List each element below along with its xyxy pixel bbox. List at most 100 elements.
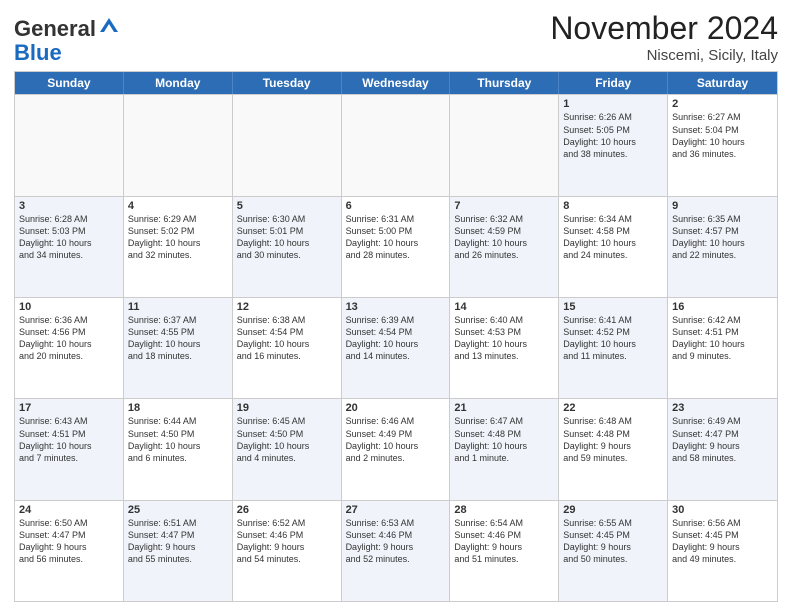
day-number: 18 [128,402,228,414]
day-number: 10 [19,301,119,313]
day-info: Sunrise: 6:44 AM Sunset: 4:50 PM Dayligh… [128,415,228,464]
day-info: Sunrise: 6:26 AM Sunset: 5:05 PM Dayligh… [563,111,663,160]
page: General Blue November 2024 Niscemi, Sici… [0,0,792,612]
cal-cell: 11Sunrise: 6:37 AM Sunset: 4:55 PM Dayli… [124,298,233,398]
day-number: 9 [672,200,773,212]
day-number: 17 [19,402,119,414]
cal-header-sunday: Sunday [15,72,124,94]
day-info: Sunrise: 6:41 AM Sunset: 4:52 PM Dayligh… [563,314,663,363]
day-number: 11 [128,301,228,313]
logo-general-text: General [14,16,96,41]
day-number: 28 [454,504,554,516]
day-info: Sunrise: 6:37 AM Sunset: 4:55 PM Dayligh… [128,314,228,363]
day-number: 23 [672,402,773,414]
header: General Blue November 2024 Niscemi, Sici… [14,10,778,65]
day-info: Sunrise: 6:27 AM Sunset: 5:04 PM Dayligh… [672,111,773,160]
cal-cell [450,95,559,195]
day-info: Sunrise: 6:47 AM Sunset: 4:48 PM Dayligh… [454,415,554,464]
day-info: Sunrise: 6:31 AM Sunset: 5:00 PM Dayligh… [346,213,446,262]
logo-icon [98,14,120,36]
day-number: 6 [346,200,446,212]
cal-cell: 21Sunrise: 6:47 AM Sunset: 4:48 PM Dayli… [450,399,559,499]
day-number: 12 [237,301,337,313]
cal-cell: 18Sunrise: 6:44 AM Sunset: 4:50 PM Dayli… [124,399,233,499]
cal-cell: 9Sunrise: 6:35 AM Sunset: 4:57 PM Daylig… [668,197,777,297]
cal-cell: 16Sunrise: 6:42 AM Sunset: 4:51 PM Dayli… [668,298,777,398]
day-info: Sunrise: 6:29 AM Sunset: 5:02 PM Dayligh… [128,213,228,262]
cal-cell: 22Sunrise: 6:48 AM Sunset: 4:48 PM Dayli… [559,399,668,499]
cal-week-3: 10Sunrise: 6:36 AM Sunset: 4:56 PM Dayli… [15,297,777,398]
day-info: Sunrise: 6:56 AM Sunset: 4:45 PM Dayligh… [672,517,773,566]
day-info: Sunrise: 6:51 AM Sunset: 4:47 PM Dayligh… [128,517,228,566]
logo-blue-text: Blue [14,40,62,65]
cal-header-friday: Friday [559,72,668,94]
day-number: 15 [563,301,663,313]
cal-cell: 24Sunrise: 6:50 AM Sunset: 4:47 PM Dayli… [15,501,124,601]
day-number: 29 [563,504,663,516]
cal-cell: 2Sunrise: 6:27 AM Sunset: 5:04 PM Daylig… [668,95,777,195]
cal-cell: 6Sunrise: 6:31 AM Sunset: 5:00 PM Daylig… [342,197,451,297]
cal-cell: 20Sunrise: 6:46 AM Sunset: 4:49 PM Dayli… [342,399,451,499]
day-number: 1 [563,98,663,110]
day-info: Sunrise: 6:50 AM Sunset: 4:47 PM Dayligh… [19,517,119,566]
cal-header-wednesday: Wednesday [342,72,451,94]
day-info: Sunrise: 6:32 AM Sunset: 4:59 PM Dayligh… [454,213,554,262]
day-info: Sunrise: 6:35 AM Sunset: 4:57 PM Dayligh… [672,213,773,262]
day-number: 22 [563,402,663,414]
cal-cell: 7Sunrise: 6:32 AM Sunset: 4:59 PM Daylig… [450,197,559,297]
day-number: 16 [672,301,773,313]
month-title: November 2024 [550,10,778,47]
day-info: Sunrise: 6:39 AM Sunset: 4:54 PM Dayligh… [346,314,446,363]
cal-cell: 15Sunrise: 6:41 AM Sunset: 4:52 PM Dayli… [559,298,668,398]
cal-cell: 4Sunrise: 6:29 AM Sunset: 5:02 PM Daylig… [124,197,233,297]
day-info: Sunrise: 6:46 AM Sunset: 4:49 PM Dayligh… [346,415,446,464]
day-info: Sunrise: 6:34 AM Sunset: 4:58 PM Dayligh… [563,213,663,262]
day-number: 14 [454,301,554,313]
cal-cell: 14Sunrise: 6:40 AM Sunset: 4:53 PM Dayli… [450,298,559,398]
day-number: 25 [128,504,228,516]
cal-week-5: 24Sunrise: 6:50 AM Sunset: 4:47 PM Dayli… [15,500,777,601]
calendar: SundayMondayTuesdayWednesdayThursdayFrid… [14,71,778,602]
cal-week-2: 3Sunrise: 6:28 AM Sunset: 5:03 PM Daylig… [15,196,777,297]
cal-cell: 27Sunrise: 6:53 AM Sunset: 4:46 PM Dayli… [342,501,451,601]
cal-header-monday: Monday [124,72,233,94]
day-number: 27 [346,504,446,516]
day-info: Sunrise: 6:40 AM Sunset: 4:53 PM Dayligh… [454,314,554,363]
day-number: 3 [19,200,119,212]
calendar-body: 1Sunrise: 6:26 AM Sunset: 5:05 PM Daylig… [15,94,777,601]
cal-header-saturday: Saturday [668,72,777,94]
cal-cell: 17Sunrise: 6:43 AM Sunset: 4:51 PM Dayli… [15,399,124,499]
cal-cell [124,95,233,195]
cal-cell: 28Sunrise: 6:54 AM Sunset: 4:46 PM Dayli… [450,501,559,601]
day-number: 20 [346,402,446,414]
cal-cell: 25Sunrise: 6:51 AM Sunset: 4:47 PM Dayli… [124,501,233,601]
cal-cell: 13Sunrise: 6:39 AM Sunset: 4:54 PM Dayli… [342,298,451,398]
cal-week-1: 1Sunrise: 6:26 AM Sunset: 5:05 PM Daylig… [15,94,777,195]
cal-cell: 12Sunrise: 6:38 AM Sunset: 4:54 PM Dayli… [233,298,342,398]
day-number: 19 [237,402,337,414]
cal-header-thursday: Thursday [450,72,559,94]
location: Niscemi, Sicily, Italy [550,47,778,64]
cal-header-tuesday: Tuesday [233,72,342,94]
day-info: Sunrise: 6:54 AM Sunset: 4:46 PM Dayligh… [454,517,554,566]
day-info: Sunrise: 6:48 AM Sunset: 4:48 PM Dayligh… [563,415,663,464]
day-number: 26 [237,504,337,516]
cal-cell: 1Sunrise: 6:26 AM Sunset: 5:05 PM Daylig… [559,95,668,195]
cal-week-4: 17Sunrise: 6:43 AM Sunset: 4:51 PM Dayli… [15,398,777,499]
cal-cell [15,95,124,195]
cal-cell: 26Sunrise: 6:52 AM Sunset: 4:46 PM Dayli… [233,501,342,601]
cal-cell: 19Sunrise: 6:45 AM Sunset: 4:50 PM Dayli… [233,399,342,499]
cal-cell: 10Sunrise: 6:36 AM Sunset: 4:56 PM Dayli… [15,298,124,398]
logo: General Blue [14,14,120,65]
day-number: 8 [563,200,663,212]
cal-cell: 23Sunrise: 6:49 AM Sunset: 4:47 PM Dayli… [668,399,777,499]
calendar-header-row: SundayMondayTuesdayWednesdayThursdayFrid… [15,72,777,94]
cal-cell: 5Sunrise: 6:30 AM Sunset: 5:01 PM Daylig… [233,197,342,297]
day-info: Sunrise: 6:49 AM Sunset: 4:47 PM Dayligh… [672,415,773,464]
day-number: 21 [454,402,554,414]
day-info: Sunrise: 6:45 AM Sunset: 4:50 PM Dayligh… [237,415,337,464]
cal-cell [342,95,451,195]
cal-cell: 3Sunrise: 6:28 AM Sunset: 5:03 PM Daylig… [15,197,124,297]
day-info: Sunrise: 6:43 AM Sunset: 4:51 PM Dayligh… [19,415,119,464]
day-info: Sunrise: 6:55 AM Sunset: 4:45 PM Dayligh… [563,517,663,566]
